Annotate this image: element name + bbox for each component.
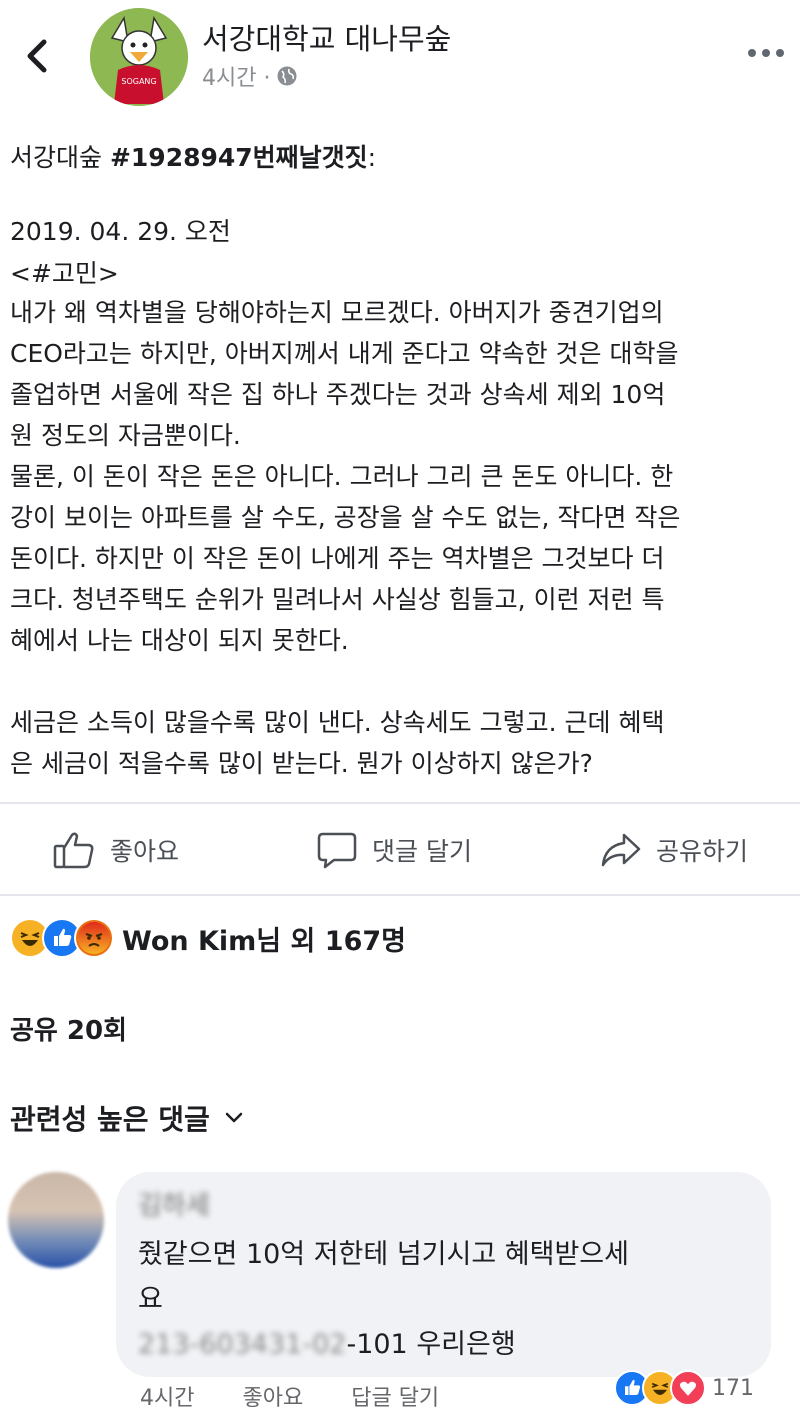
- post-line: 강이 보이는 아파트를 살 수도, 공장을 살 수도 없는, 작다면 작은: [10, 503, 681, 532]
- post-line: 원 정도의 자금뿐이다.: [10, 421, 241, 450]
- page-avatar[interactable]: SOGANG: [90, 8, 188, 106]
- post-line: 크다. 청년주택도 순위가 밀려나서 사실상 힘들고, 이런 저런 특: [10, 585, 665, 614]
- blurred-account-number: 213-603431-02: [138, 1329, 347, 1360]
- more-options-button[interactable]: [744, 38, 788, 68]
- divider: [0, 894, 800, 896]
- divider: [0, 802, 800, 804]
- commenter-avatar[interactable]: [8, 1172, 104, 1268]
- mascot-logo-icon: SOGANG: [90, 8, 188, 106]
- post-title-prefix: 서강대숲: [10, 143, 110, 172]
- like-button[interactable]: 좋아요: [52, 822, 179, 878]
- share-arrow-icon: [601, 833, 641, 867]
- comment-footer: 4시간 좋아요 답글 달기: [140, 1380, 439, 1412]
- post-line: 세금은 소득이 많을수록 많이 낸다. 상속세도 그렇고. 근데 혜택: [10, 708, 665, 737]
- post-title: 서강대숲 #1928947번째날갯짓:: [10, 138, 376, 174]
- comment-bubble-icon: [317, 832, 357, 869]
- comment-account-line: 213-603431-02-101 우리은행: [138, 1322, 516, 1361]
- comment-reaction-count: 171: [712, 1375, 754, 1401]
- heart-icon: [670, 1370, 706, 1406]
- share-button[interactable]: 공유하기: [600, 822, 748, 878]
- comment-reactions[interactable]: 171: [614, 1370, 754, 1406]
- comment-reply-button[interactable]: 답글 달기: [351, 1380, 439, 1412]
- like-label: 좋아요: [110, 837, 180, 866]
- post-line: 물론, 이 돈이 작은 돈은 아니다. 그러나 그리 큰 돈도 아니다. 한: [10, 462, 674, 491]
- comment-time: 4시간: [140, 1386, 195, 1411]
- post-title-suffix: :: [367, 143, 377, 172]
- post-time: 4시간 ·: [202, 66, 271, 91]
- chevron-left-icon: [27, 39, 47, 73]
- reactions-summary[interactable]: Won Kim님 외 167명: [10, 918, 406, 958]
- share-label: 공유하기: [656, 837, 749, 866]
- page-name[interactable]: 서강대학교 대나무숲: [202, 16, 451, 58]
- account-bank: -101 우리은행: [346, 1329, 516, 1360]
- comment-like-button[interactable]: 좋아요: [242, 1380, 303, 1412]
- post-line: 돈이다. 하지만 이 작은 돈이 나에게 주는 역차별은 그것보다 더: [10, 544, 665, 573]
- reactions-summary-text: Won Kim님 외 167명: [122, 925, 406, 957]
- thumbs-up-icon: [53, 832, 94, 869]
- post-meta: 4시간 ·: [202, 60, 298, 92]
- avatar-text: SOGANG: [121, 77, 156, 86]
- commenter-name[interactable]: 김하세: [138, 1185, 210, 1222]
- post-line: 내가 왜 역차별을 당해야하는지 모르겠다. 아버지가 중견기업의: [10, 298, 664, 327]
- post-date: 2019. 04. 29. 오전: [10, 217, 231, 246]
- globe-icon: [277, 66, 297, 86]
- share-count[interactable]: 공유 20회: [10, 1010, 127, 1047]
- post-hashtag[interactable]: #1928947번째날갯짓: [110, 143, 368, 172]
- post-line: 혜에서 나는 대상이 되지 못한다.: [10, 626, 349, 655]
- post-tag: <#고민>: [10, 259, 119, 288]
- comment-button[interactable]: 댓글 달기: [316, 822, 472, 878]
- post-line: 은 세금이 적을수록 많이 받는다. 뭔가 이상하지 않은가?: [10, 749, 593, 778]
- more-dots-icon: [748, 49, 784, 57]
- chevron-down-icon: [225, 1112, 243, 1123]
- comment-text-line: 줬같으면 10억 저한테 넘기시고 혜택받으세: [138, 1239, 629, 1270]
- back-button[interactable]: [22, 36, 52, 76]
- post-line: 졸업하면 서울에 작은 집 하나 주겠다는 것과 상속세 제외 10억: [10, 380, 666, 409]
- comment-label: 댓글 달기: [372, 837, 472, 866]
- comment-text-line: 요: [138, 1284, 163, 1315]
- comment-sort-label: 관련성 높은 댓글: [10, 1103, 210, 1136]
- comment-sort-dropdown[interactable]: 관련성 높은 댓글: [10, 1098, 244, 1138]
- post-line: CEO라고는 하지만, 아버지께서 내게 준다고 약속한 것은 대학을: [10, 339, 679, 368]
- angry-icon: [74, 918, 114, 958]
